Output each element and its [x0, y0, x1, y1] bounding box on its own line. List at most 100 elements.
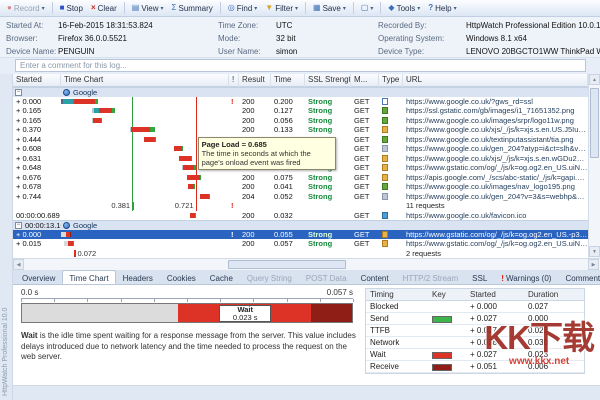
- save-button[interactable]: ▦Save▾: [309, 1, 350, 15]
- tab-cache[interactable]: Cache: [203, 270, 240, 284]
- info-field: User Name:simon: [218, 45, 297, 58]
- method-cell: GET: [351, 97, 379, 107]
- summary-button[interactable]: ΣSummary: [168, 1, 217, 15]
- column-header-url[interactable]: URL: [403, 74, 588, 87]
- wait-term: Wait: [21, 331, 38, 340]
- ruler-tick: [187, 299, 188, 302]
- summary-count: 11 requests: [403, 201, 588, 211]
- ssl-cell: Strong: [305, 173, 351, 183]
- summary-row[interactable]: 0.0722 requests: [13, 249, 588, 259]
- time-bar: [174, 146, 183, 151]
- page-button[interactable]: ▢▾: [357, 1, 378, 15]
- request-row[interactable]: + 0.6762000.075StrongGEThttps://apis.goo…: [13, 173, 588, 183]
- horizontal-scrollbar[interactable]: ◀ ▶: [13, 258, 600, 270]
- chevron-down-icon: ▾: [370, 5, 373, 12]
- tab-time-chart[interactable]: Time Chart: [62, 270, 115, 284]
- scroll-left-icon[interactable]: ◀: [13, 259, 24, 270]
- result-cell: 204: [239, 192, 271, 202]
- scroll-right-icon[interactable]: ▶: [588, 259, 599, 270]
- vertical-scroll-thumb[interactable]: [590, 88, 599, 158]
- column-header-warn[interactable]: !: [229, 74, 239, 87]
- started-cell: + 0.165: [13, 106, 61, 116]
- filter-button[interactable]: ▼Filter▾: [261, 1, 302, 15]
- request-row[interactable]: + 0.7442040.052StrongGEThttps://www.goog…: [13, 192, 588, 202]
- tab-post-data[interactable]: POST Data: [299, 270, 354, 284]
- info-value: LENOVO 20BGCTO1WW ThinkPad W540 Intel: [466, 45, 600, 58]
- help-button[interactable]: ?Help▾: [424, 1, 460, 15]
- type-cell: [379, 154, 403, 164]
- request-row[interactable]: + 0.0152000.057StrongGEThttps://www.gsta…: [13, 239, 588, 249]
- scroll-up-icon[interactable]: ▲: [589, 74, 600, 85]
- summary-row[interactable]: 0.3810.721!11 requests: [13, 201, 588, 211]
- result-cell: 200: [239, 182, 271, 192]
- tab-ssl[interactable]: SSL: [465, 270, 494, 284]
- timing-name: Network: [366, 337, 428, 348]
- timing-key: [428, 301, 466, 312]
- info-field: Operating System:Windows 8.1 x64: [378, 32, 600, 45]
- info-label: Browser:: [6, 32, 58, 45]
- find-button[interactable]: ◎Find▾: [224, 1, 262, 15]
- info-label: Device Type:: [378, 45, 466, 58]
- column-header-started[interactable]: Started: [13, 74, 61, 87]
- tab-warnings-0-[interactable]: !Warnings (0): [494, 270, 558, 284]
- wait-text: is the idle time spent waiting for a res…: [21, 331, 356, 361]
- info-label: Recorded By:: [378, 19, 466, 32]
- request-row[interactable]: + 0.1652000.056StrongGEThttps://www.goog…: [13, 116, 588, 126]
- request-row[interactable]: + 0.000!2000.200StrongGEThttps://www.goo…: [13, 97, 588, 107]
- tab-label: Content: [361, 274, 389, 283]
- stop-button[interactable]: ■Stop: [56, 1, 87, 15]
- request-row[interactable]: + 0.000!2000.055StrongGEThttps://www.gst…: [13, 230, 588, 240]
- tab-comment[interactable]: Comment: [558, 270, 600, 284]
- time-cell: 0.127: [271, 106, 305, 116]
- timing-header-duration: Duration: [524, 289, 584, 300]
- type-cell: [379, 182, 403, 192]
- info-field: Mode:32 bit: [218, 32, 297, 45]
- tab-cookies[interactable]: Cookies: [160, 270, 203, 284]
- collapse-icon[interactable]: −: [15, 222, 22, 229]
- column-header-ssl[interactable]: SSL Strength: [305, 74, 351, 87]
- type-cell: [379, 125, 403, 135]
- timing-row: Blocked+ 0.0000.027: [366, 301, 584, 313]
- time-bar-segment: [194, 165, 195, 170]
- page-icon: ▢: [361, 4, 369, 12]
- tools-button[interactable]: ◆Tools▾: [384, 1, 424, 15]
- horizontal-scroll-thumb[interactable]: [228, 260, 346, 269]
- ruler-tick: [353, 299, 354, 302]
- column-header-time[interactable]: Time: [271, 74, 305, 87]
- tab-http-2-stream[interactable]: HTTP/2 Stream: [396, 270, 466, 284]
- clear-icon: ×: [91, 4, 96, 12]
- tab-query-string[interactable]: Query String: [240, 270, 299, 284]
- collapse-icon[interactable]: −: [15, 89, 22, 96]
- column-header-result[interactable]: Result: [239, 74, 271, 87]
- tab-headers[interactable]: Headers: [116, 270, 160, 284]
- request-time-bar: [21, 303, 353, 323]
- timing-row: Wait+ 0.0270.023: [366, 349, 584, 361]
- request-row[interactable]: + 0.1652000.127StrongGEThttps://ssl.gsta…: [13, 106, 588, 116]
- record-button[interactable]: ●Record▾: [3, 1, 49, 15]
- filter-icon: ▼: [265, 4, 273, 12]
- time-bar: [130, 127, 155, 132]
- info-value: 32 bit: [276, 32, 296, 45]
- column-header-method[interactable]: M...: [351, 74, 379, 87]
- clear-button[interactable]: ×Clear: [87, 1, 121, 15]
- request-row[interactable]: + 0.3702000.133StrongGEThttps://www.goog…: [13, 125, 588, 135]
- vertical-scrollbar[interactable]: ▲ ▼: [588, 74, 600, 258]
- scroll-down-icon[interactable]: ▼: [589, 246, 600, 257]
- toolbar-separator: [124, 2, 125, 14]
- tab-content[interactable]: Content: [354, 270, 396, 284]
- tab-overview[interactable]: Overview: [15, 270, 62, 284]
- time-bar-segment: [174, 146, 182, 151]
- time-bar-segment: [112, 108, 115, 113]
- comment-input[interactable]: [15, 59, 586, 72]
- column-header-type[interactable]: Type: [379, 74, 403, 87]
- page-group-row[interactable]: −Google: [13, 87, 588, 97]
- timing-table-header: TimingKeyStartedDuration: [366, 289, 584, 301]
- text-type-icon: [382, 193, 388, 200]
- ruler-tick: [320, 299, 321, 302]
- save-icon: ▦: [313, 4, 321, 12]
- column-header-chart[interactable]: Time Chart: [61, 74, 229, 87]
- view-button[interactable]: ▤View▾: [128, 1, 168, 15]
- page-group-row[interactable]: −00:00:13.162Google: [13, 220, 588, 230]
- request-row[interactable]: 00:00:00.6892000.032GEThttps://www.googl…: [13, 211, 588, 221]
- request-row[interactable]: + 0.6782000.041StrongGEThttps://www.goog…: [13, 182, 588, 192]
